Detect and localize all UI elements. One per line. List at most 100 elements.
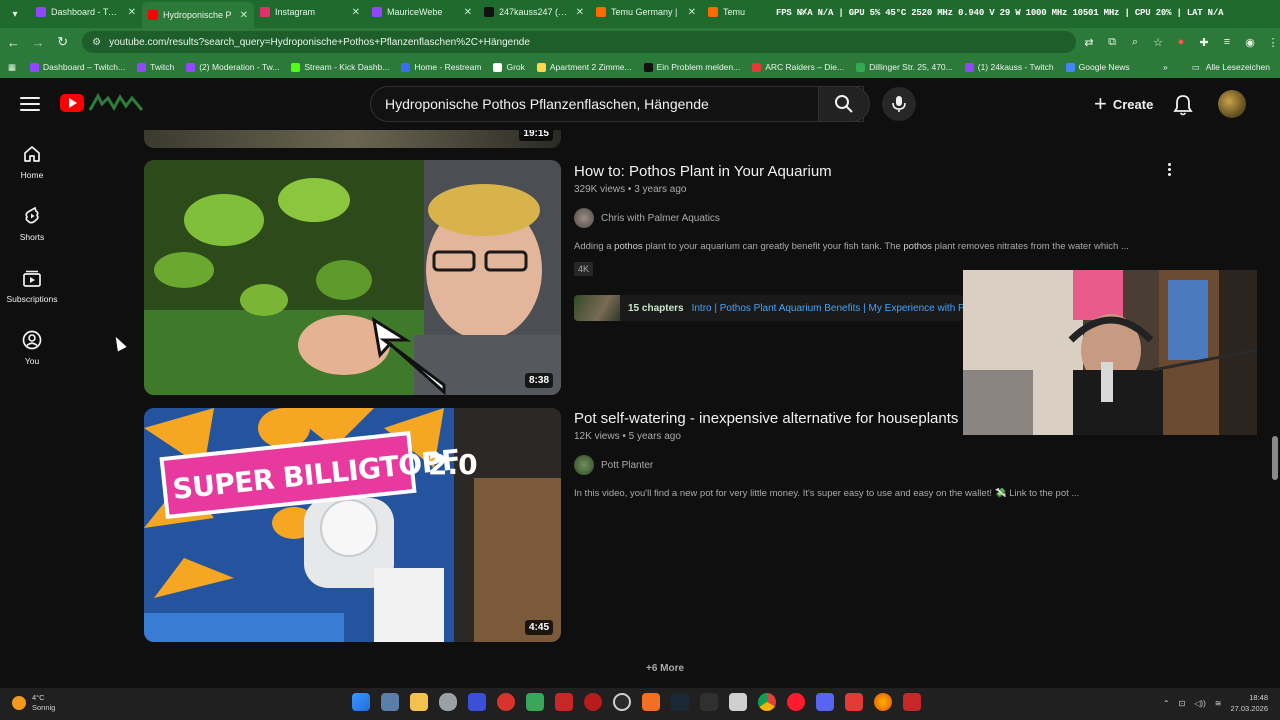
weather-widget[interactable]: 4°C Sonnig bbox=[12, 693, 55, 713]
apps-grid-icon[interactable]: ▦ bbox=[0, 62, 24, 73]
reload-icon[interactable]: ↻ bbox=[51, 30, 74, 54]
start-windows-icon[interactable] bbox=[352, 693, 370, 711]
tab-list-icon[interactable]: ≡ bbox=[1220, 36, 1234, 48]
forward-icon[interactable]: → bbox=[27, 30, 50, 54]
channel-logo[interactable] bbox=[88, 92, 144, 114]
firefox-icon[interactable] bbox=[874, 693, 892, 711]
account-avatar[interactable] bbox=[1218, 90, 1246, 118]
game-launcher-icon[interactable] bbox=[555, 693, 573, 711]
back-icon[interactable]: ← bbox=[2, 30, 25, 54]
browser-menu-icon[interactable]: ⋮ bbox=[1266, 36, 1280, 49]
recording-app-icon[interactable] bbox=[584, 693, 602, 711]
tray-overflow-icon[interactable]: ⌃ bbox=[1163, 699, 1170, 708]
streamlabs-icon[interactable] bbox=[845, 693, 863, 711]
bookmark-favicon-icon bbox=[856, 62, 866, 72]
tab-close-icon[interactable]: ✕ bbox=[128, 7, 136, 18]
bookmark-item[interactable]: ARC Raiders – Die... bbox=[746, 62, 850, 72]
calculator-icon[interactable] bbox=[381, 693, 399, 711]
zoom-icon[interactable]: ⌕ bbox=[1128, 36, 1142, 49]
tab-close-icon[interactable]: ✕ bbox=[688, 7, 696, 18]
browser-tab[interactable]: Temu Germany | ✕ bbox=[590, 0, 702, 24]
browser-tab[interactable]: Dashboard - Twitc ✕ bbox=[30, 0, 142, 24]
show-more-button[interactable]: +6 More bbox=[646, 663, 684, 674]
adblock-icon[interactable]: ● bbox=[1174, 36, 1188, 48]
epic-games-icon[interactable] bbox=[700, 693, 718, 711]
all-bookmarks-link[interactable]: Alle Lesezeichen bbox=[1206, 62, 1270, 72]
tab-close-icon[interactable]: ✕ bbox=[576, 7, 584, 18]
channel-link[interactable]: Pott Planter bbox=[574, 455, 653, 475]
system-clock[interactable]: 18:48 27.03.2026 bbox=[1230, 692, 1268, 714]
create-button[interactable]: + Create bbox=[1084, 87, 1163, 121]
bookmark-item[interactable]: Dashboard – Twitch... bbox=[24, 62, 131, 72]
browser-tab[interactable]: Instagram ✕ bbox=[254, 0, 366, 24]
bookmark-item[interactable]: (2) Moderation - Tw... bbox=[180, 62, 285, 72]
green-stack-icon[interactable] bbox=[526, 693, 544, 711]
search-button[interactable] bbox=[818, 86, 870, 122]
vpn-v-icon[interactable] bbox=[468, 693, 486, 711]
description-text: Adding a bbox=[574, 241, 615, 252]
tab-label: Instagram bbox=[275, 7, 316, 17]
plus-icon: + bbox=[1094, 91, 1107, 116]
taskbar-apps bbox=[352, 693, 921, 711]
file-explorer-icon[interactable] bbox=[410, 693, 428, 711]
description-highlight: pothos bbox=[614, 241, 643, 252]
bookmark-item[interactable]: Google News bbox=[1060, 62, 1136, 72]
video-title-link[interactable]: Pot self-watering - inexpensive alternat… bbox=[574, 410, 958, 427]
network-icon[interactable]: ⊡ bbox=[1179, 699, 1186, 708]
red-app-icon[interactable] bbox=[497, 693, 515, 711]
url-input[interactable]: ⚙ youtube.com/results?search_query=Hydro… bbox=[82, 31, 1076, 53]
bookmark-item[interactable]: Grok bbox=[487, 62, 530, 72]
discord-icon[interactable] bbox=[816, 693, 834, 711]
tab-close-icon[interactable]: ✕ bbox=[464, 7, 472, 18]
profile-icon[interactable]: ◉ bbox=[1243, 36, 1257, 49]
channel-link[interactable]: Chris with Palmer Aquatics bbox=[574, 208, 720, 228]
tab-close-icon[interactable]: ✕ bbox=[240, 10, 248, 21]
video-thumbnail[interactable]: 8:38 bbox=[144, 160, 561, 395]
game-store-icon[interactable] bbox=[903, 693, 921, 711]
puzzle-app-icon[interactable] bbox=[729, 693, 747, 711]
orange-app-icon[interactable] bbox=[642, 693, 660, 711]
extensions-icon[interactable]: ✚ bbox=[1197, 36, 1211, 49]
bookmark-star-icon[interactable]: ☆ bbox=[1151, 36, 1165, 49]
browser-tab[interactable]: 247kauss247 (@2 ✕ bbox=[478, 0, 590, 24]
video-title-link[interactable]: How to: Pothos Plant in Your Aquarium bbox=[574, 163, 832, 180]
bookmark-item[interactable]: Ein Problem melden... bbox=[638, 62, 747, 72]
bookmark-item[interactable]: Apartment 2 Zimme... bbox=[531, 62, 638, 72]
voice-search-button[interactable] bbox=[882, 87, 916, 121]
more-actions-icon[interactable] bbox=[1160, 160, 1178, 178]
bookmark-label: Twitch bbox=[150, 62, 175, 72]
browser-tab[interactable]: MauriceWebe ✕ bbox=[366, 0, 478, 24]
bookmark-item[interactable]: Dillinger Str. 25, 470... bbox=[850, 62, 959, 72]
steam-icon[interactable] bbox=[671, 693, 689, 711]
tab-search-chevron-icon[interactable]: ▾ bbox=[4, 3, 26, 25]
bookmark-item[interactable]: Home - Restream bbox=[395, 62, 487, 72]
browser-tab[interactable]: Hydroponische P ✕ bbox=[142, 2, 254, 28]
youtube-logo-icon[interactable] bbox=[60, 94, 84, 112]
bookmark-item[interactable]: Stream - Kick Dashb... bbox=[285, 62, 395, 72]
video-thumbnail[interactable]: 19:15 bbox=[144, 130, 561, 148]
video-thumbnail[interactable]: SUPER BILLIGTOPF 2.0 4:45 bbox=[144, 408, 561, 642]
bookmark-item[interactable]: Twitch bbox=[131, 62, 180, 72]
install-icon[interactable]: ⧉ bbox=[1105, 36, 1119, 49]
notifications-bell-icon[interactable] bbox=[1170, 92, 1196, 118]
translate-icon[interactable]: ⇄ bbox=[1082, 36, 1096, 49]
search-input[interactable]: Hydroponische Pothos Pflanzenflaschen, H… bbox=[370, 86, 864, 122]
site-info-icon[interactable]: ⚙ bbox=[92, 37, 101, 48]
thumbnail-overlay-number: 2.0 bbox=[428, 448, 478, 481]
obs-icon[interactable] bbox=[613, 693, 631, 711]
volume-icon[interactable]: ◁)) bbox=[1194, 699, 1205, 708]
tab-close-icon[interactable]: ✕ bbox=[352, 7, 360, 18]
opera-icon[interactable] bbox=[787, 693, 805, 711]
chapters-strip[interactable]: 15 chapters Intro | Pothos Plant Aquariu… bbox=[574, 295, 964, 321]
bookmark-favicon-icon bbox=[137, 62, 147, 72]
mouse-app-icon[interactable] bbox=[439, 693, 457, 711]
bookmark-item[interactable]: (1) 24kauss - Twitch bbox=[959, 62, 1060, 72]
description-highlight: pothos bbox=[903, 241, 932, 252]
page-scrollbar-thumb[interactable] bbox=[1272, 436, 1278, 480]
chrome-icon[interactable] bbox=[758, 693, 776, 711]
wifi-icon[interactable]: ≋ bbox=[1215, 699, 1222, 708]
search-query-text: Hydroponische Pothos Pflanzenflaschen, H… bbox=[385, 96, 709, 112]
tab-label: MauriceWebe bbox=[387, 7, 443, 17]
menu-icon[interactable] bbox=[20, 94, 40, 114]
more-bookmarks-icon[interactable]: » bbox=[1163, 62, 1168, 72]
